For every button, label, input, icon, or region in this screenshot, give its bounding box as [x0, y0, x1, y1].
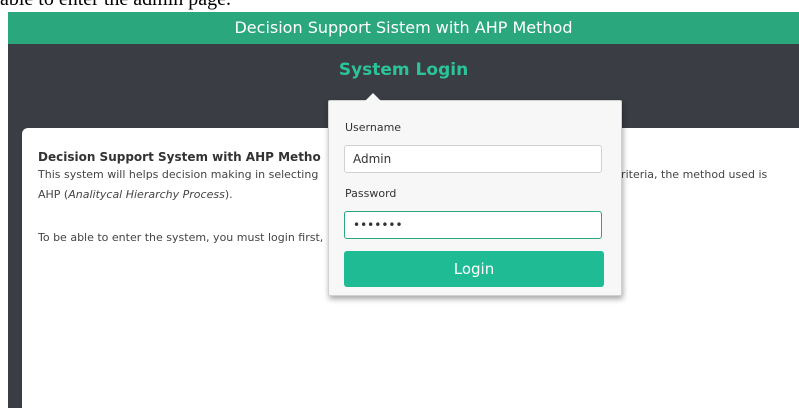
app-window: Decision Support Sistem with AHP Method … — [8, 12, 799, 408]
card-title: Decision Support System with AHP Metho — [38, 150, 321, 164]
login-button[interactable]: Login — [344, 251, 604, 287]
card-text-line-2: AHP (Analitycal Hierarchy Process). — [38, 188, 233, 201]
login-menu-toggle[interactable]: System Login — [8, 60, 799, 80]
card-text-line-1-end: criteria, the method used is — [615, 168, 768, 181]
password-input[interactable] — [344, 211, 602, 239]
username-input[interactable] — [344, 145, 602, 173]
card-text-line-1: This system will helps decision making i… — [38, 168, 319, 181]
login-popover: Username Password Login — [328, 93, 622, 296]
card-text-line-2-suffix: ). — [224, 188, 233, 201]
username-label: Username — [345, 121, 402, 134]
card-text-line-3: To be able to enter the system, you must… — [38, 231, 324, 244]
card-text-line-2-prefix: AHP ( — [38, 188, 69, 201]
password-label: Password — [345, 187, 397, 200]
app-title-bar: Decision Support Sistem with AHP Method — [8, 12, 799, 44]
ahp-full-name: Analitycal Hierarchy Process — [68, 188, 225, 201]
popover-caret — [365, 93, 381, 101]
app-title: Decision Support Sistem with AHP Method — [234, 18, 573, 37]
